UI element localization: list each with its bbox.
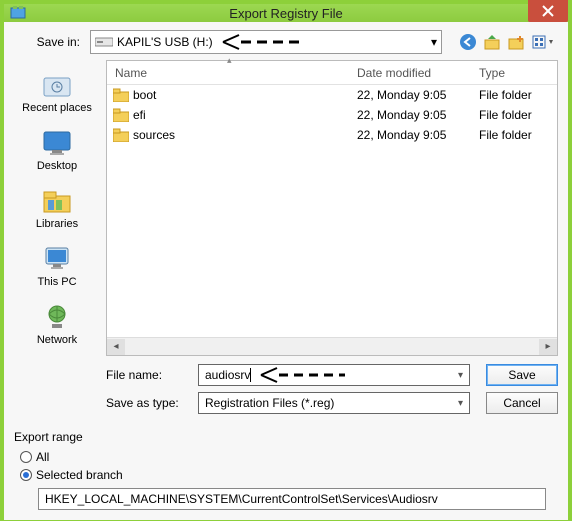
branch-path-input[interactable]: HKEY_LOCAL_MACHINE\SYSTEM\CurrentControl… [38,488,546,510]
place-recent[interactable]: Recent places [14,66,100,124]
save-in-row: Save in: KAPIL'S USB (H:) ▾ [4,22,568,60]
place-label: Desktop [37,160,77,172]
close-button[interactable] [528,0,568,22]
folder-icon [113,128,129,142]
place-label: Recent places [22,102,92,114]
scroll-left-icon[interactable]: ◂ [107,339,125,355]
list-item[interactable]: efi 22, Monday 9:05 File folder [107,105,557,125]
body-row: Recent places Desktop Libraries This PC … [4,60,568,358]
radio-all-label: All [36,450,49,464]
place-label: Libraries [36,218,78,230]
horizontal-scrollbar[interactable]: ◂ ▸ [107,337,557,355]
save-as-type-label: Save as type: [106,396,198,410]
export-range-legend: Export range [14,430,558,444]
titlebar: Export Registry File [4,4,568,22]
place-libraries[interactable]: Libraries [14,182,100,240]
column-name[interactable]: Name [107,66,357,80]
place-label: Network [37,334,77,346]
list-item[interactable]: sources 22, Monday 9:05 File folder [107,125,557,145]
chevron-down-icon: ▾ [431,35,437,49]
radio-icon [20,451,32,463]
scroll-track[interactable] [125,341,539,353]
radio-all[interactable]: All [14,448,558,466]
save-in-label: Save in: [14,35,84,49]
file-name-label: File name: [106,368,198,382]
scroll-right-icon[interactable]: ▸ [539,339,557,355]
place-desktop[interactable]: Desktop [14,124,100,182]
chevron-down-icon: ▾ [458,370,463,381]
up-one-level-button[interactable] [482,32,502,52]
place-this-pc[interactable]: This PC [14,240,100,298]
places-bar: Recent places Desktop Libraries This PC … [14,60,100,356]
save-as-type-combo[interactable]: Registration Files (*.reg) ▾ [198,392,470,414]
desktop-icon [40,128,74,158]
nav-back-button[interactable] [458,32,478,52]
column-type[interactable]: Type [479,66,557,80]
folder-icon [113,88,129,102]
dialog-content: Save in: KAPIL'S USB (H:) ▾ [4,22,568,520]
radio-selected-branch[interactable]: Selected branch [14,466,558,484]
export-dialog: Export Registry File Save in: KAPIL'S US… [0,0,572,521]
libraries-icon [40,186,74,216]
cancel-button[interactable]: Cancel [486,392,558,414]
chevron-down-icon: ▾ [458,398,463,409]
drive-icon [95,36,113,48]
views-button[interactable] [530,32,558,52]
place-network[interactable]: Network [14,298,100,356]
radio-selected-label: Selected branch [36,468,123,482]
list-item[interactable]: boot 22, Monday 9:05 File folder [107,85,557,105]
drive-label: KAPIL'S USB (H:) [117,35,213,49]
sort-indicator-icon: ▴ [227,55,232,66]
text-cursor [250,368,251,382]
file-area: ▴ Name Date modified Type boot 22, Monda… [106,60,558,356]
fields: File name: audiosrv ▾ Save Save as type:… [4,358,568,424]
annotation-arrow-2 [259,366,349,387]
place-label: This PC [37,276,76,288]
radio-selected-icon [20,469,32,481]
window-title: Export Registry File [229,6,342,21]
new-folder-button[interactable] [506,32,526,52]
export-range-group: Export range All Selected branch HKEY_LO… [4,424,568,520]
regedit-icon [10,5,26,21]
column-date[interactable]: Date modified [357,66,479,80]
this-pc-icon [40,244,74,274]
file-list[interactable]: boot 22, Monday 9:05 File folder efi 22,… [107,85,557,337]
save-in-combo[interactable]: KAPIL'S USB (H:) ▾ [90,30,442,54]
network-icon [40,302,74,332]
annotation-arrow-1 [221,33,301,54]
recent-places-icon [40,70,74,100]
file-header: Name Date modified Type [107,61,557,85]
folder-icon [113,108,129,122]
file-name-input[interactable]: audiosrv ▾ [198,364,470,386]
save-button[interactable]: Save [486,364,558,386]
